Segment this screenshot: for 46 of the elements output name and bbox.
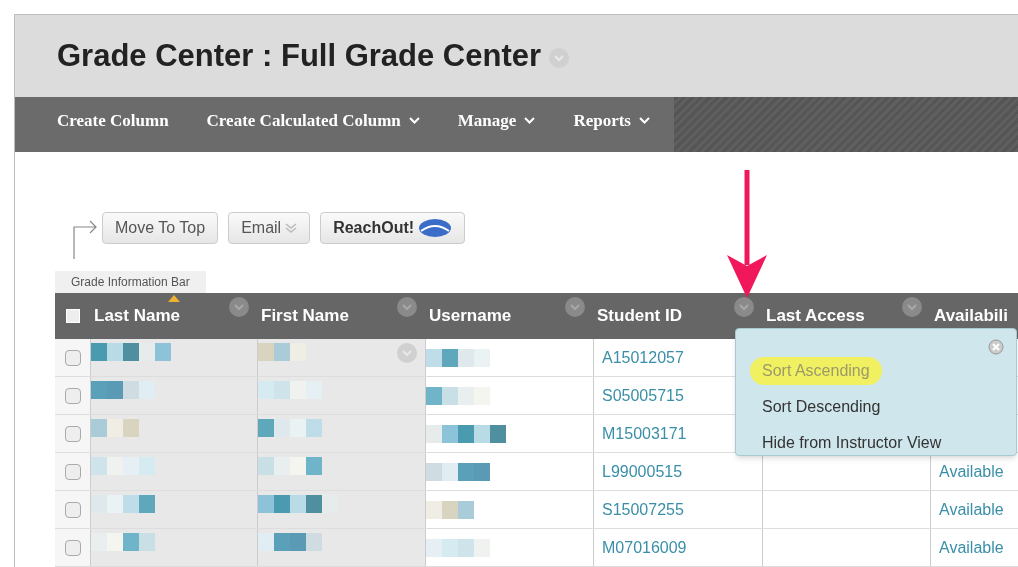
menu-item[interactable]: Hide from Instructor View [750,429,954,457]
column-header[interactable]: Student ID [593,303,682,329]
table-cell-text: S15007255 [602,499,684,520]
nav-menu-button[interactable]: Create Calculated Column [206,108,420,142]
column-menu-icon[interactable] [565,297,585,317]
column-menu-icon[interactable] [902,297,922,317]
nav-menu-button[interactable]: Manage [457,108,536,142]
close-icon[interactable] [988,339,1004,355]
double-caret-icon [285,222,298,234]
table-cell-text: Available [939,461,1004,482]
caret-icon [639,117,650,125]
nav-menu-button[interactable]: Create Column [57,108,169,142]
column-menu-icon[interactable] [734,297,754,317]
toolbar-button[interactable]: Move To Top [102,212,219,244]
table-cell-text: Available [939,499,1004,520]
nav-menu-button[interactable]: Reports [573,108,650,142]
caret-icon [524,117,536,125]
column-header[interactable]: Username [425,303,512,329]
table-cell-text: M07016009 [602,537,687,558]
table-cell-text: S05005715 [602,385,684,406]
toolbar-button[interactable]: ReachOut! [320,212,466,244]
column-menu-icon[interactable] [229,297,249,317]
grade-info-tab[interactable]: Grade Information Bar [55,271,206,293]
column-header[interactable]: Availabili [930,303,1008,329]
table-cell-text: Available [939,537,1004,558]
page-title: Grade Center : Full Grade Center [57,36,542,75]
column-header[interactable]: Last Name [90,303,180,329]
column-header[interactable]: Last Access [762,303,865,329]
row-checkbox[interactable] [64,349,81,366]
table-cell-text: L99000515 [602,461,683,482]
menu-item[interactable]: Sort Descending [750,393,893,421]
logo-icon [418,217,453,239]
row-menu-icon[interactable] [397,343,417,363]
row-checkbox[interactable] [64,463,81,480]
row-checkbox[interactable] [64,539,81,556]
column-menu-icon[interactable] [397,297,417,317]
row-checkbox[interactable] [64,387,81,404]
table-cell-text: A15012057 [602,347,684,368]
toolbar-button[interactable]: Email [228,212,311,244]
row-checkbox[interactable] [64,501,81,518]
caret-icon [408,117,420,125]
table-cell-text: M15003171 [602,423,687,444]
row-checkbox[interactable] [64,425,81,442]
select-all-checkbox[interactable] [65,309,80,323]
title-menu-icon[interactable] [549,48,570,69]
column-header[interactable]: First Name [257,303,349,329]
